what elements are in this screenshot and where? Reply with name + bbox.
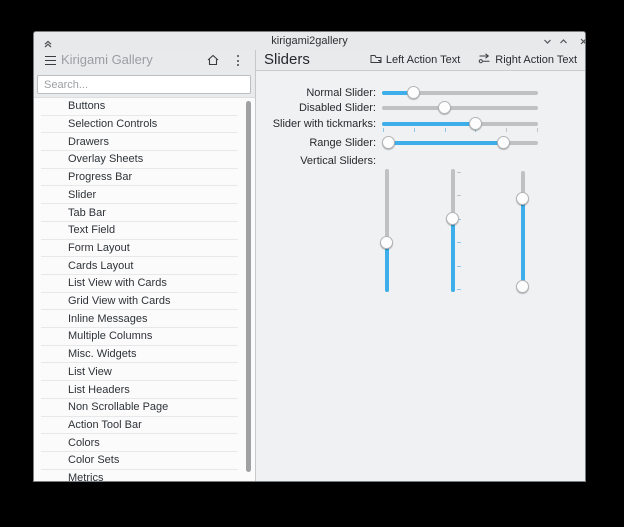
sidebar-item-label: Misc. Widgets [68, 348, 137, 361]
vertical-slider-track-2[interactable] [446, 169, 461, 292]
range-slider-handle-low[interactable] [381, 135, 395, 149]
slider-tickmark [457, 289, 461, 290]
slider-tickmark [537, 127, 538, 132]
vertical-range-handle-low[interactable] [516, 279, 529, 293]
sidebar-item-inline-messages[interactable]: Inline Messages [41, 310, 238, 329]
sidebar-item-label: Inline Messages [68, 312, 148, 325]
toolbar-actions: Left Action Text Right Action Text [370, 50, 577, 70]
right-action-button[interactable]: Right Action Text [478, 53, 577, 67]
slider-fill [382, 121, 476, 126]
page-title: Sliders [264, 51, 310, 68]
sidebar-item-label: Grid View with Cards [68, 295, 171, 308]
slider-tickmark [457, 265, 461, 267]
sidebar-item-label: Tab Bar [68, 206, 106, 219]
sidebar-item-label: Action Tool Bar [68, 418, 142, 431]
sidebar-item-label: Form Layout [68, 241, 130, 254]
sidebar-item-multiple-columns[interactable]: Multiple Columns [41, 328, 238, 346]
sidebar-item-tab-bar[interactable]: Tab Bar [41, 204, 238, 222]
adjust-sliders-icon [478, 53, 491, 67]
vertical-slider-handle[interactable] [446, 211, 459, 225]
sidebar-item-label: Multiple Columns [68, 330, 153, 343]
sidebar-item-slider[interactable]: Slider [41, 187, 238, 205]
range-slider-handle-high[interactable] [497, 135, 511, 149]
normal-slider-track[interactable] [382, 86, 538, 99]
sidebar-item-grid-view-with-cards[interactable]: Grid View with Cards [41, 293, 238, 311]
minimize-button[interactable] [542, 36, 553, 47]
sidebar-item-cards-layout[interactable]: Cards Layout [41, 257, 238, 275]
slider-tickmark [457, 195, 461, 197]
panel-divider [255, 50, 256, 481]
sidebar-title: Kirigami Gallery [61, 52, 153, 67]
ticks-slider-handle[interactable] [469, 116, 483, 130]
sidebar-item-text-field[interactable]: Text Field [41, 222, 238, 240]
content-area [256, 71, 585, 481]
maximize-button[interactable] [558, 36, 569, 47]
sidebar-item-colors[interactable]: Colors [41, 434, 238, 452]
sidebar-item-form-layout[interactable]: Form Layout [41, 240, 238, 258]
sidebar-item-list-view[interactable]: List View [41, 364, 238, 382]
window-title: kirigami2gallery [271, 35, 348, 47]
disabled-slider-handle[interactable] [437, 101, 451, 114]
range-slider-track[interactable] [381, 135, 538, 149]
sidebar-item-misc-widgets[interactable]: Misc. Widgets [41, 346, 238, 364]
home-icon[interactable] [206, 53, 220, 67]
sidebar-item-label: List View with Cards [68, 277, 167, 290]
slider-fill [451, 218, 455, 292]
vertical-range-handle-high[interactable] [516, 192, 529, 206]
sidebar-item-label: Metrics [68, 472, 104, 481]
slider-fill [388, 140, 504, 145]
sidebar-item-list-headers[interactable]: List Headers [41, 381, 238, 399]
page-header: Sliders Left Action Text Right Action Te… [255, 50, 585, 71]
sidebar-item-label: List View [68, 365, 112, 378]
slider-tickmark [383, 127, 384, 132]
sidebar-item-label: Text Field [68, 224, 116, 237]
slider-tickmark [413, 127, 415, 132]
sidebar-item-label: List Headers [68, 383, 130, 396]
form-label: Vertical Sliders: [300, 155, 376, 167]
folder-icon [370, 54, 382, 67]
sidebar-item-label: Colors [68, 436, 100, 449]
menu-icon[interactable] [45, 56, 56, 65]
right-action-label: Right Action Text [495, 54, 577, 66]
disabled-slider-track[interactable] [382, 101, 538, 114]
form-label: Slider with tickmarks: [272, 117, 376, 130]
form-row-vertical-label: Vertical Sliders: [34, 152, 585, 170]
vertical-slider-track-3[interactable] [516, 171, 529, 293]
sidebar-item-action-tool-bar[interactable]: Action Tool Bar [41, 417, 238, 435]
ticks-slider-track[interactable] [382, 116, 538, 130]
normal-slider-handle[interactable] [406, 86, 420, 99]
sidebar-item-non-scrollable-page[interactable]: Non Scrollable Page [41, 399, 238, 417]
sidebar-item-label: Color Sets [68, 454, 120, 467]
sidebar-item-progress-bar[interactable]: Progress Bar [41, 169, 238, 187]
sidebar-item-metrics[interactable]: Metrics [41, 470, 238, 481]
sidebar-item-color-sets[interactable]: Color Sets [41, 452, 238, 470]
left-action-button[interactable]: Left Action Text [370, 54, 460, 67]
slider-tickmark [444, 127, 446, 132]
titlebar[interactable]: kirigami2gallery [34, 32, 585, 51]
form-label: Range Slider: [309, 136, 376, 149]
form-row-ticks: Slider with tickmarks: [34, 115, 585, 133]
form-row-range: Range Slider: [34, 134, 585, 152]
slider-tickmark [457, 242, 461, 244]
slider-fill [385, 242, 389, 292]
app-window: kirigami2gallery Kirigami Gallery Slider… [33, 31, 586, 482]
overflow-menu-icon[interactable] [235, 55, 240, 66]
vertical-slider-track-1[interactable] [380, 169, 393, 292]
slider-fill [521, 198, 525, 287]
left-action-label: Left Action Text [385, 54, 461, 66]
slider-tickmark [506, 127, 508, 132]
sidebar-item-label: Cards Layout [68, 259, 134, 272]
slider-tickmark [457, 172, 461, 173]
close-button[interactable] [578, 36, 585, 47]
sidebar-item-label: Non Scrollable Page [68, 401, 169, 414]
sidebar-item-label: Slider [68, 188, 97, 201]
sidebar-item-list-view-with-cards[interactable]: List View with Cards [41, 275, 238, 293]
sidebar-item-label: Progress Bar [68, 171, 133, 184]
